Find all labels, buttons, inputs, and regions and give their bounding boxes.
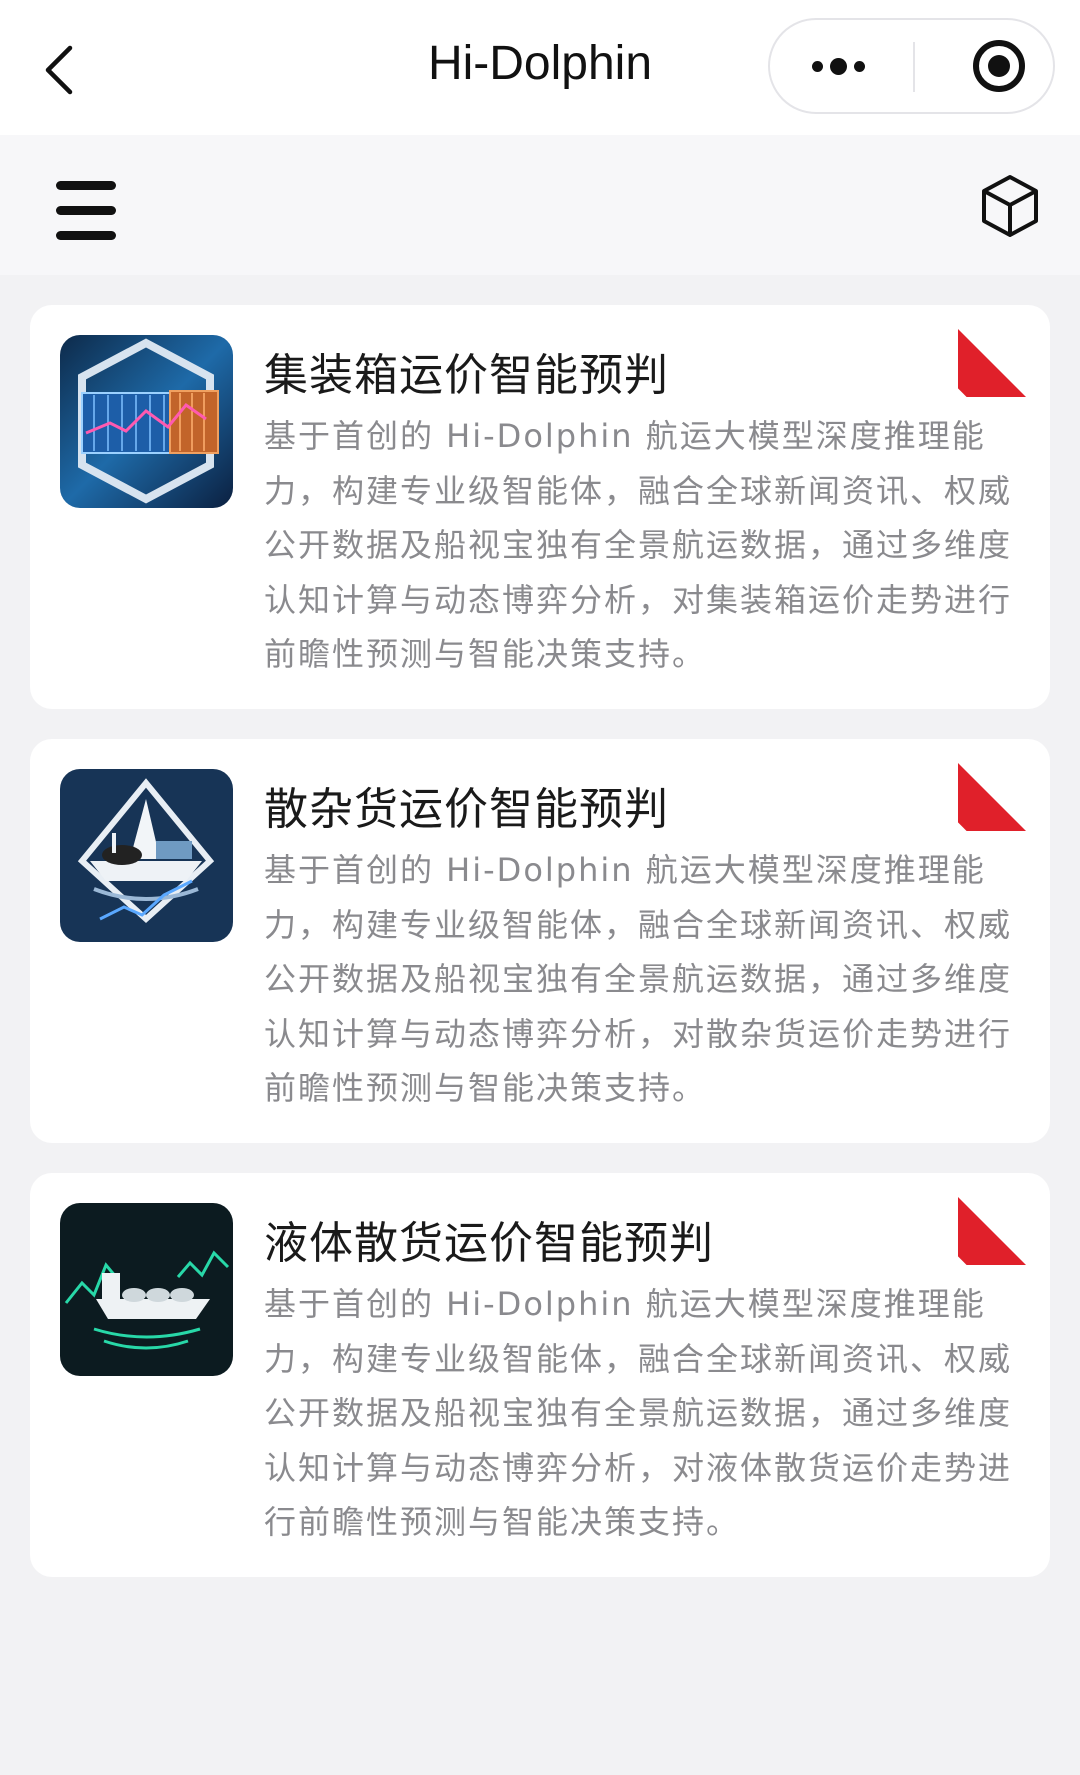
target-close-icon (973, 40, 1025, 92)
card-title: 集装箱运价智能预判 (264, 350, 669, 401)
tanker-ship-icon (60, 1203, 233, 1376)
new-badge: NEW (958, 305, 1050, 397)
bulk-cargo-ship-icon (60, 769, 233, 942)
capsule-menu (768, 18, 1055, 114)
card-description: 基于首创的 Hi-Dolphin 航运大模型深度推理能力，构建专业级智能体，融合… (264, 851, 1013, 1107)
card-liquid-bulk-freight[interactable]: 液体散货运价智能预判 基于首创的 Hi-Dolphin 航运大模型深度推理能力，… (30, 1173, 1050, 1577)
card-container-freight[interactable]: 集装箱运价智能预判 基于首创的 Hi-Dolphin 航运大模型深度推理能力，构… (30, 305, 1050, 709)
new-badge: NEW (958, 1173, 1050, 1265)
card-bulk-freight[interactable]: 散杂货运价智能预判 基于首创的 Hi-Dolphin 航运大模型深度推理能力，构… (30, 739, 1050, 1143)
cube-button[interactable] (978, 171, 1042, 241)
toolbar (0, 135, 1080, 275)
close-mini-program-button[interactable] (915, 20, 1053, 112)
more-button[interactable] (770, 20, 913, 112)
hamburger-menu-button[interactable] (54, 179, 118, 241)
card-description: 基于首创的 Hi-Dolphin 航运大模型深度推理能力，构建专业级智能体，融合… (264, 1285, 1013, 1541)
new-badge: NEW (958, 739, 1050, 831)
card-title: 液体散货运价智能预判 (264, 1218, 714, 1269)
cube-icon (982, 175, 1038, 237)
top-navigation-bar: Hi-Dolphin (0, 0, 1080, 135)
container-chart-icon (60, 335, 233, 508)
card-description: 基于首创的 Hi-Dolphin 航运大模型深度推理能力，构建专业级智能体，融合… (264, 417, 1013, 673)
card-title: 散杂货运价智能预判 (264, 784, 669, 835)
